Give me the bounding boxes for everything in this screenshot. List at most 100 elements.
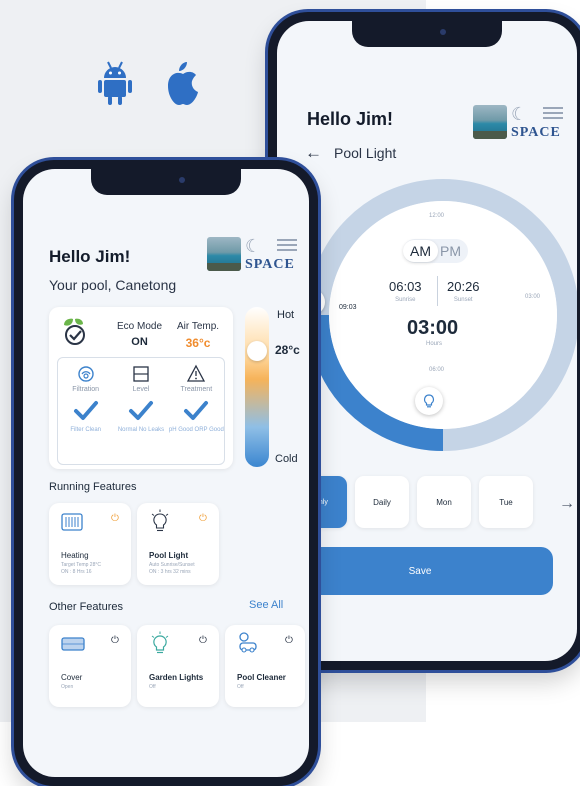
power-icon[interactable]: ⏻ <box>111 635 119 646</box>
feature-state: Open <box>61 684 74 690</box>
eco-leaf-icon <box>64 318 85 345</box>
duration-value: 03:00 <box>407 317 459 339</box>
status-filtration: Filtration Filter Clean <box>58 358 113 464</box>
warning-triangle-icon <box>187 364 206 382</box>
feature-card-pool-cleaner[interactable]: ⏻ Pool Cleaner Off <box>225 625 305 707</box>
android-icon <box>98 60 132 106</box>
duration-unit: Hours <box>426 341 443 347</box>
power-icon[interactable]: ⏻ <box>199 513 207 524</box>
feature-state: Off <box>149 684 156 690</box>
sunset-label: Sunset <box>453 297 473 303</box>
feature-title: Garden Lights <box>149 673 204 682</box>
air-temp: Air Temp. 36°c <box>177 321 219 350</box>
check-icon <box>73 401 98 420</box>
eco-mode-value: ON <box>131 336 148 348</box>
am-pm-toggle[interactable]: AM PM <box>403 239 468 263</box>
bulb-icon <box>423 394 435 408</box>
level-state: Normal No Leaks <box>117 427 165 433</box>
feature-state: Off <box>237 684 244 690</box>
feature-title: Cover <box>61 673 83 682</box>
save-button[interactable]: Save <box>287 547 553 595</box>
pm-option[interactable]: PM <box>438 240 468 262</box>
timer-screen: Hello Jim! ☾ SPACE ← Pool Light 12:00 03… <box>277 21 577 661</box>
apple-icon <box>165 60 201 106</box>
pool-photo <box>207 237 241 271</box>
notch <box>91 169 241 195</box>
pool-status-card[interactable]: Eco Mode ON Air Temp. 36°c Filtration Fi… <box>49 307 233 469</box>
garden-light-icon <box>151 631 169 654</box>
eco-mode-label: Eco Mode <box>117 321 163 332</box>
status-grid: Filtration Filter Clean Level Normal No … <box>57 357 225 465</box>
eco-mode: Eco Mode ON <box>117 321 162 348</box>
other-features-title: Other Features <box>49 601 123 613</box>
moon-icon: ☾ <box>245 236 262 256</box>
slider-cold-label: Cold <box>275 453 298 465</box>
feature-runtime: ON : 8 Hrs 16 <box>61 569 92 575</box>
front-phone: Hello Jim! Your pool, Canetong ☾ SPACE E… <box>14 160 318 786</box>
start-time: 09:03 <box>339 304 357 311</box>
next-arrow-icon[interactable]: → <box>559 495 575 513</box>
feature-title: Pool Cleaner <box>237 673 286 682</box>
power-icon[interactable]: ⏻ <box>285 635 293 646</box>
back-button[interactable]: ← Pool Light <box>305 143 396 163</box>
dashboard-screen: Hello Jim! Your pool, Canetong ☾ SPACE E… <box>23 169 309 777</box>
power-icon[interactable]: ⏻ <box>199 635 207 646</box>
greeting: Hello Jim! <box>307 109 394 129</box>
sunset: 20:26 Sunset <box>447 279 480 303</box>
check-icon <box>184 401 209 420</box>
status-level: Level Normal No Leaks <box>113 358 168 464</box>
cover-icon <box>61 637 85 651</box>
see-all-link[interactable]: See All <box>249 599 283 611</box>
timer-dial-face <box>329 201 557 429</box>
status-treatment: Treatment pH Good ORP Good <box>169 358 224 464</box>
feature-card-pool-light[interactable]: ⏻ Pool Light Auto Sunrise/Sunset ON : 3 … <box>137 503 219 585</box>
temperature-slider-handle[interactable] <box>247 341 267 361</box>
tick-6: 06:00 <box>429 367 445 373</box>
brand-logo: ☾ SPACE <box>473 104 563 140</box>
menu-icon[interactable] <box>543 107 563 121</box>
bulb-icon <box>151 509 169 532</box>
air-temp-label: Air Temp. <box>177 321 220 332</box>
treatment-state: pH Good ORP Good <box>168 427 224 433</box>
menu-icon[interactable] <box>277 239 297 253</box>
level-icon <box>133 366 149 382</box>
running-features-title: Running Features <box>49 481 137 493</box>
notch <box>352 21 502 47</box>
brand-logo: ☾ SPACE <box>207 236 297 272</box>
repeat-tue[interactable]: Tue <box>479 476 533 528</box>
brand-name: SPACE <box>245 257 295 272</box>
pool-cleaner-icon <box>239 632 257 653</box>
page-title: Pool Light <box>334 145 397 161</box>
filtration-icon <box>77 366 94 382</box>
sunset-time: 20:26 <box>447 279 480 294</box>
filtration-state: Filter Clean <box>70 427 101 433</box>
repeat-daily[interactable]: Daily <box>355 476 409 528</box>
back-arrow-icon: ← <box>305 143 322 162</box>
feature-card-heating[interactable]: ⏻ Heating Target Temp 28°C ON : 8 Hrs 16 <box>49 503 131 585</box>
slider-hot-label: Hot <box>277 309 295 321</box>
feature-runtime: ON : 3 hrs 32 mins <box>149 569 191 575</box>
moon-icon: ☾ <box>511 104 528 124</box>
end-time-handle[interactable] <box>415 387 443 415</box>
power-icon[interactable]: ⏻ <box>111 513 119 524</box>
repeat-mon[interactable]: Mon <box>417 476 471 528</box>
level-label: Level <box>132 386 150 393</box>
tick-3: 03:00 <box>525 294 541 300</box>
check-icon <box>128 401 153 420</box>
sunrise-label: Sunrise <box>395 297 416 303</box>
am-option[interactable]: AM <box>403 240 438 262</box>
brand-name: SPACE <box>511 125 561 140</box>
feature-card-cover[interactable]: ⏻ Cover Open <box>49 625 131 707</box>
pool-photo <box>473 105 507 139</box>
heater-icon <box>61 513 83 531</box>
sunrise: 06:03 Sunrise <box>389 279 422 303</box>
feature-subtitle: Auto Sunrise/Sunset <box>149 562 195 568</box>
slider-temperature: 28°c <box>275 343 300 357</box>
pool-name: Your pool, Canetong <box>49 277 177 293</box>
temperature-slider[interactable] <box>245 307 269 467</box>
feature-title: Pool Light <box>149 551 189 560</box>
feature-card-garden-lights[interactable]: ⏻ Garden Lights Off <box>137 625 219 707</box>
greeting: Hello Jim! <box>49 247 131 266</box>
treatment-label: Treatment <box>180 386 213 393</box>
filtration-label: Filtration <box>72 386 100 393</box>
